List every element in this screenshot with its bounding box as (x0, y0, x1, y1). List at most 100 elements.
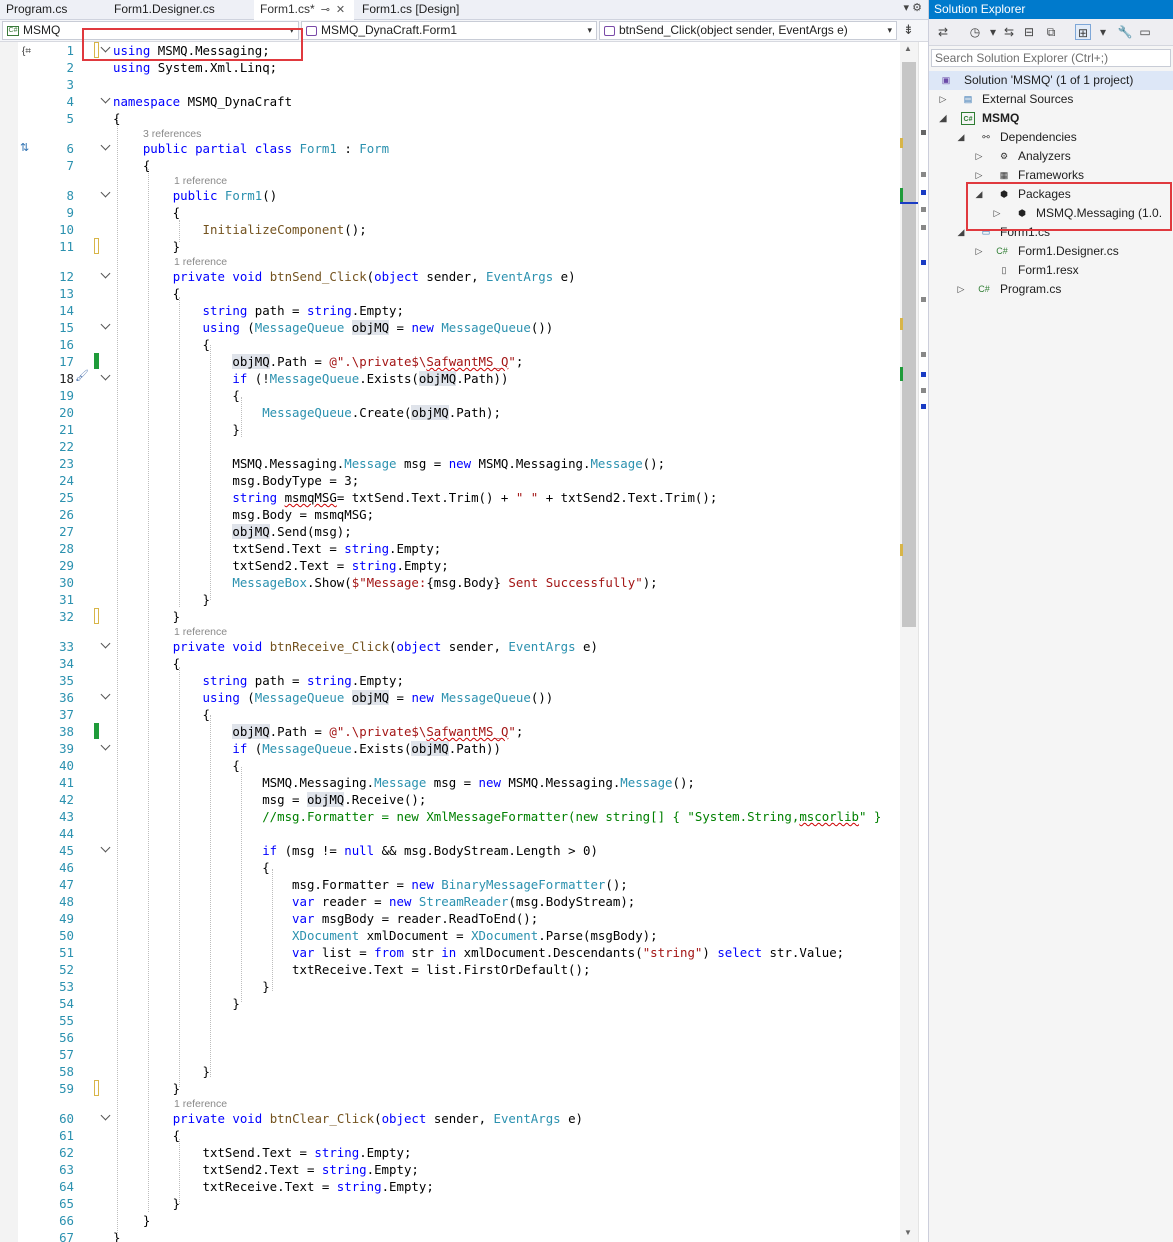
code-line: string msmqMSG= txtSend.Text.Trim() + " … (232, 490, 718, 505)
marker (921, 388, 926, 393)
fold-toggle-icon[interactable] (100, 1110, 111, 1121)
line-number: 39 (59, 741, 74, 756)
marker (921, 372, 926, 377)
show-all-files-icon[interactable]: ⧉ (1043, 24, 1059, 40)
collapse-arrow-icon[interactable]: ◢ (956, 223, 966, 242)
tree-item-project[interactable]: ◢ C# MSMQ (929, 109, 1173, 128)
line-number: 31 (59, 592, 74, 607)
tab-overflow-icon[interactable]: ▾ ⚙ (904, 1, 922, 14)
line-number: 22 (59, 439, 74, 454)
csharp-project-icon: C# (961, 112, 975, 125)
line-number: 48 (59, 894, 74, 909)
chevron-down-icon[interactable]: ▾ (1095, 24, 1111, 40)
collapse-arrow-icon[interactable]: ◢ (956, 128, 966, 147)
code-line: public partial class Form1 : Form (142, 141, 390, 156)
tab-label: Form1.cs [Design] (362, 2, 460, 16)
fold-toggle-icon[interactable] (100, 93, 111, 104)
view-toggle-icon[interactable]: ⊞ (1075, 24, 1091, 40)
fold-toggle-icon[interactable] (100, 187, 111, 198)
tree-item-form1-resx[interactable]: ▯ Form1.resx (929, 261, 1173, 280)
preview-icon[interactable]: ▭ (1137, 24, 1153, 40)
switch-views-icon[interactable]: ⇄ (935, 24, 951, 40)
pending-changes-icon[interactable]: ◷ (967, 24, 983, 40)
chevron-down-icon[interactable]: ▾ (985, 24, 1001, 40)
member-dropdown[interactable]: btnSend_Click(object sender, EventArgs e… (599, 21, 897, 40)
line-number: 50 (59, 928, 74, 943)
scroll-caret-marker (900, 202, 918, 204)
split-editor-icon[interactable]: ⇟ (903, 22, 914, 38)
tree-item-dependencies[interactable]: ◢ ⚯ Dependencies (929, 128, 1173, 147)
close-icon[interactable]: ✕ (336, 4, 345, 16)
line-number: 14 (59, 303, 74, 318)
line-number: 53 (59, 979, 74, 994)
code-line: { (113, 337, 210, 352)
code-editor[interactable]: {⌗ ⇅ 🖌 3 references 1 reference 1 refere… (0, 42, 928, 1242)
expand-arrow-icon[interactable]: ▷ (938, 90, 948, 109)
code-line: string path = string.Empty; (202, 673, 404, 688)
scroll-down-icon[interactable]: ▼ (904, 1228, 912, 1237)
solution-search-input[interactable]: Search Solution Explorer (Ctrl+;) (931, 49, 1171, 67)
code-line: } (113, 1213, 151, 1228)
fold-toggle-icon[interactable] (100, 319, 111, 330)
tree-item-external-sources[interactable]: ▷ ▤ External Sources (929, 90, 1173, 109)
tree-item-solution[interactable]: ▣ Solution 'MSMQ' (1 of 1 project) (929, 71, 1173, 90)
tab-form1-cs[interactable]: Form1.cs* ⊸ ✕ (254, 0, 354, 20)
tree-item-label: Dependencies (1000, 130, 1077, 144)
line-number: 10 (59, 222, 74, 237)
line-number: 56 (59, 1030, 74, 1045)
code-line: msg.Body = msmqMSG; (113, 507, 375, 522)
code-line: txtSend2.Text = string.Empty; (113, 558, 449, 573)
code-line: { (113, 205, 181, 220)
line-number: 61 (59, 1128, 74, 1143)
tab-program-cs[interactable]: Program.cs (0, 0, 110, 20)
pin-icon[interactable]: ⊸ (321, 4, 330, 16)
line-number: 62 (59, 1145, 74, 1160)
code-line: txtReceive.Text = list.FirstOrDefault(); (113, 962, 591, 977)
tree-item-form1-designer[interactable]: ▷ C# Form1.Designer.cs (929, 242, 1173, 261)
fold-toggle-icon[interactable] (100, 268, 111, 279)
sync-icon[interactable]: ⇆ (1001, 24, 1017, 40)
tab-form1-design[interactable]: Form1.cs [Design] (356, 0, 486, 20)
code-line: { (113, 758, 240, 773)
code-line: txtReceive.Text = string.Empty; (113, 1179, 434, 1194)
fold-toggle-icon[interactable] (100, 140, 111, 151)
expand-arrow-icon[interactable]: ▷ (974, 147, 984, 166)
line-number: 45 (59, 843, 74, 858)
tree-item-program-cs[interactable]: ▷ C# Program.cs (929, 280, 1173, 299)
code-line: XDocument xmlDocument = XDocument.Parse(… (292, 928, 658, 943)
scroll-marker (900, 188, 903, 202)
line-number: 36 (59, 690, 74, 705)
properties-icon[interactable]: 🔧 (1117, 24, 1133, 40)
line-number: 41 (59, 775, 74, 790)
fold-toggle-icon[interactable] (100, 370, 111, 381)
class-dropdown[interactable]: MSMQ_DynaCraft.Form1 ▾ (301, 21, 597, 40)
code-line: txtSend.Text = string.Empty; (113, 1145, 412, 1160)
code-line: using (MessageQueue objMQ = new MessageQ… (202, 690, 554, 705)
line-number: 65 (59, 1196, 74, 1211)
fold-toggle-icon[interactable] (100, 740, 111, 751)
collapse-all-icon[interactable]: ⊟ (1021, 24, 1037, 40)
fold-toggle-icon[interactable] (100, 638, 111, 649)
line-number: 38 (59, 724, 74, 739)
fold-toggle-icon[interactable] (100, 689, 111, 700)
tab-form1-designer-cs[interactable]: Form1.Designer.cs (108, 0, 254, 20)
annotation-highlight-box (82, 28, 303, 61)
line-number: 54 (59, 996, 74, 1011)
code-line: using (MessageQueue objMQ = new MessageQ… (202, 320, 554, 335)
scroll-up-icon[interactable]: ▲ (904, 44, 912, 53)
tree-item-analyzers[interactable]: ▷ ⚙ Analyzers (929, 147, 1173, 166)
line-number: 19 (59, 388, 74, 403)
code-line: { (113, 388, 240, 403)
scrollbar-thumb[interactable] (902, 62, 916, 627)
fold-toggle-icon[interactable] (100, 842, 111, 853)
line-number: 49 (59, 911, 74, 926)
visual-studio-window: Program.cs Form1.Designer.cs Form1.cs* ⊸ ✕… (0, 0, 1173, 1242)
code-line: } (113, 609, 181, 624)
expand-arrow-icon[interactable]: ▷ (974, 242, 984, 261)
expand-arrow-icon[interactable]: ▷ (956, 280, 966, 299)
code-line: } (113, 979, 270, 994)
line-number: 47 (59, 877, 74, 892)
code-line: namespace MSMQ_DynaCraft (113, 94, 293, 109)
vertical-scrollbar[interactable]: ▲ ▼ (900, 42, 918, 1242)
collapse-arrow-icon[interactable]: ◢ (938, 109, 948, 128)
